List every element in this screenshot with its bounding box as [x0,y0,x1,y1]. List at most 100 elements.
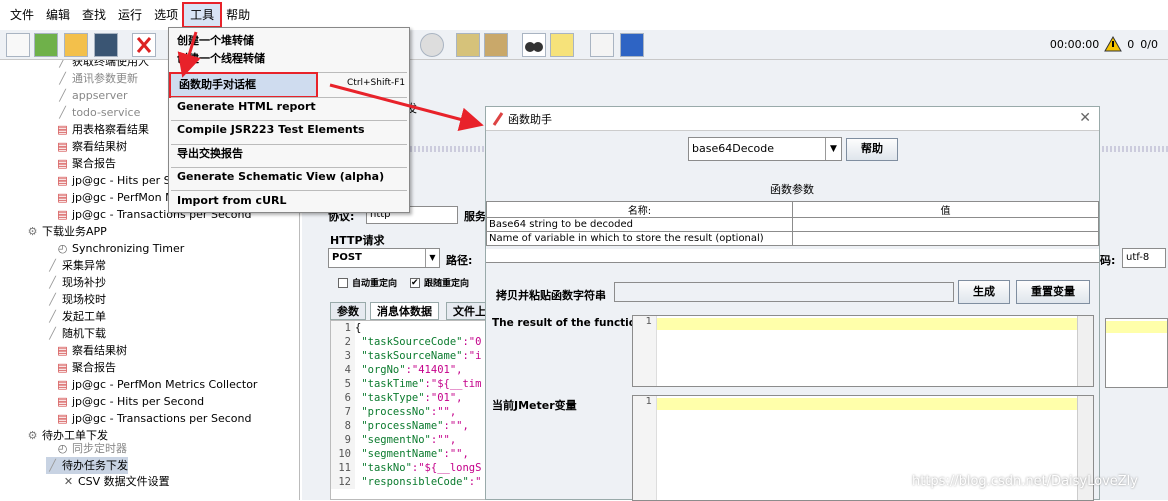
tree-item-label: 待办任务下发 [62,459,128,472]
tree-item[interactable]: ╱ appserver [56,87,127,104]
method-value: POST [332,252,362,263]
tree-item[interactable]: ▤ jp@gc - Transactions per Second [56,410,251,427]
tree-item[interactable]: ▤ 察看结果树 [56,342,127,359]
code-value: :"41401", [405,364,463,376]
tree-item[interactable]: ╱ 发起工单 [46,308,106,325]
method-select[interactable]: POST ▼ [328,248,440,268]
tree-item[interactable]: ╱ 通讯参数更新 [56,70,138,87]
menu-run[interactable]: 运行 [112,4,148,26]
thread-group-icon: ⚙ [27,225,38,238]
menu-file[interactable]: 文件 [4,4,40,26]
tree-item[interactable]: ╱ 待办任务下发 [46,457,128,474]
function-select[interactable]: base64Decode ▼ [688,137,842,161]
menu-item-thread-dump[interactable]: 创建一个线程转储 [169,48,409,70]
code-key: "taskTime" [361,378,425,390]
tree-item[interactable]: ⚙ 下载业务APP [26,223,107,240]
line-number: 1 [645,316,652,327]
tree-item[interactable]: ▤ jp@gc - PerfMon Metrics Collector [56,376,257,393]
menu-item-function-helper[interactable]: 函数助手对话框 [169,72,318,98]
jmeter-variables-label: 当前JMeter变量 [492,399,577,412]
search-binoculars-icon[interactable] [522,33,546,57]
timer-icon: ◴ [57,242,68,255]
tree-item[interactable]: ╱ 获取终端使用人 [56,60,149,70]
templates-icon[interactable] [34,33,58,57]
tree-item-label: 获取终端使用人 [72,60,149,68]
code-key: "responsibleCode" [361,476,469,488]
tree-item[interactable]: ▤ 用表格察看结果 [56,121,149,138]
function-string-field[interactable] [614,282,954,302]
sampler-icon: ╱ [59,72,66,85]
reset-variables-button[interactable]: 重置变量 [1016,280,1090,304]
menu-item-compile-jsr223[interactable]: Compile JSR223 Test Elements [169,119,409,141]
follow-redirect-checkbox[interactable]: ✔ [410,278,420,288]
tree-item[interactable]: ╱ 现场校时 [46,291,106,308]
reset-search-icon[interactable] [550,33,574,57]
function-helper-icon[interactable] [590,33,614,57]
server-label: 服务 [464,210,486,223]
shutdown-icon[interactable] [420,33,444,57]
sampler-icon: ╱ [49,259,56,272]
tree-item[interactable]: ✕ CSV 数据文件设置 [62,473,170,490]
menu-edit[interactable]: 编辑 [40,4,76,26]
open-icon[interactable] [64,33,88,57]
tree-item[interactable]: ▤ 察看结果树 [56,138,127,155]
menu-search[interactable]: 查找 [76,4,112,26]
menu-item-import-curl[interactable]: Import from cURL [169,190,409,212]
chevron-down-icon[interactable]: ▼ [825,138,841,160]
tab-body-data[interactable]: 消息体数据 [370,302,439,320]
listener-icon: ▤ [57,174,68,187]
tab-parameters[interactable]: 参数 [330,302,366,320]
code-value: :"", [443,420,469,432]
tree-item[interactable]: ╱ 现场补抄 [46,274,106,291]
tree-item[interactable]: ▤ jp@gc - Hits per Second [56,393,204,410]
param-value-cell[interactable] [792,231,1099,246]
code-line: 2 "taskSourceCode":"0 [331,335,485,349]
auto-redirect-checkbox[interactable] [338,278,348,288]
tree-item[interactable]: ▤ 聚合报告 [56,155,116,172]
clear-icon[interactable] [456,33,480,57]
chevron-down-icon[interactable]: ▼ [425,249,439,267]
menu-item-html-report[interactable]: Generate HTML report [169,96,409,118]
listener-icon: ▤ [57,140,68,153]
clear-all-icon[interactable] [484,33,508,57]
code-key: "segmentNo" [361,434,431,446]
menu-tools[interactable]: 工具 [182,2,223,28]
tree-item[interactable]: ◴ 同步定时器 [56,440,127,457]
follow-redirect-label: 跟随重定向 [424,279,470,289]
tree-item[interactable]: ╱ 采集异常 [46,257,106,274]
tree-item[interactable]: ╱ todo-service [56,104,140,121]
save-icon[interactable] [94,33,118,57]
code-key: "taskSourceName" [361,350,463,362]
code-line: 11 "taskNo":"${__longS [331,461,485,475]
menu-item-schematic-view[interactable]: Generate Schematic View (alpha) [169,166,409,188]
warning-count: 0 [1127,37,1135,51]
sampler-icon: ╱ [59,89,66,102]
code-value: :"i [462,350,482,362]
help-icon[interactable] [620,33,644,57]
menu-help[interactable]: 帮助 [220,4,256,26]
tree-item[interactable]: ▤ 聚合报告 [56,359,116,376]
tree-item[interactable]: ◴ Synchronizing Timer [56,240,185,257]
tree-item[interactable]: ╱ 随机下载 [46,325,106,342]
code-key: "segmentName" [361,448,444,460]
current-line-highlight [657,398,1077,410]
listener-icon: ▤ [57,361,68,374]
elapsed-time: 00:00:00 [1049,37,1100,51]
help-button[interactable]: 帮助 [846,138,898,161]
menu-options[interactable]: 选项 [148,4,184,26]
scrollbar[interactable] [1077,316,1093,386]
close-icon[interactable]: ✕ [1079,110,1091,126]
code-value: :"", [430,406,457,418]
sampler-icon: ╱ [49,459,56,472]
param-value-cell[interactable] [792,217,1099,232]
listener-icon: ▤ [57,378,68,391]
generate-button[interactable]: 生成 [958,280,1010,304]
line-number: 1 [645,396,652,407]
cut-icon[interactable] [132,33,156,57]
listener-icon: ▤ [57,412,68,425]
encoding-input[interactable]: utf-8 [1122,248,1166,268]
result-editor[interactable]: 1 [632,315,1094,387]
menu-item-export-report[interactable]: 导出交换报告 [169,143,409,165]
new-icon[interactable] [6,33,30,57]
body-data-editor[interactable]: 1{2 "taskSourceCode":"0 3 "taskSourceName… [330,320,486,500]
